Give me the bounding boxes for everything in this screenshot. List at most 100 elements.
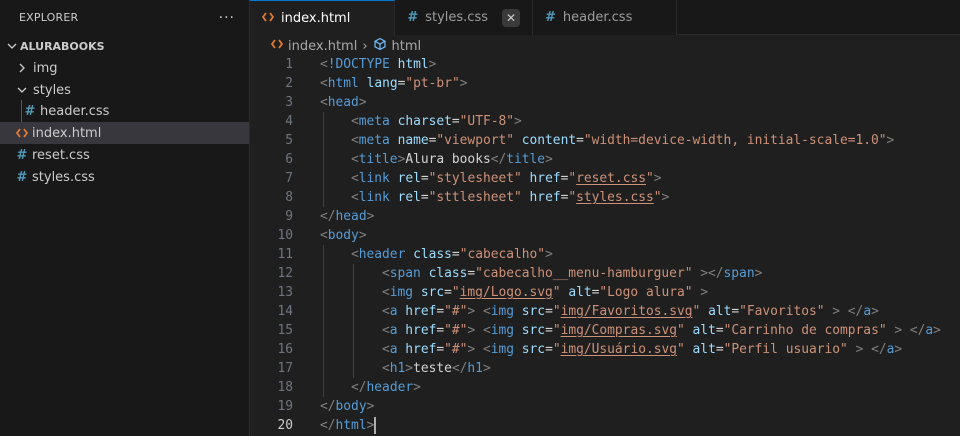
code-token: a — [389, 342, 398, 357]
html-file-icon — [261, 11, 275, 27]
code-line[interactable]: 14 <a href="#"> <img src="img/Favoritos.s… — [250, 302, 960, 321]
code-token: < — [482, 323, 491, 338]
code-line[interactable]: 10 <body> — [250, 226, 960, 245]
code-token: h1 — [467, 361, 483, 376]
code-token: > </ — [894, 323, 926, 338]
code-token: src — [521, 304, 546, 319]
code-line-content: </body> — [320, 397, 374, 416]
code-line-content: <!DOCTYPE html> — [320, 55, 436, 74]
code-token: "#" — [444, 323, 468, 338]
tree-root-alurabooks[interactable]: ALURABOOKS — [0, 35, 249, 57]
code-token: </ — [320, 399, 336, 414]
code-line[interactable]: 4 <meta charset="UTF-8"> — [250, 112, 960, 131]
code-token: " — [653, 190, 662, 205]
code-line[interactable]: 6 <title>Alura books</title> — [250, 150, 960, 169]
tree-item-header-css[interactable]: # header.css — [0, 100, 249, 122]
code-line[interactable]: 7 <link rel="stylesheet" href="reset.css"… — [250, 169, 960, 188]
code-token: > — [467, 342, 476, 357]
code-line-content: <html lang="pt-br"> — [320, 74, 467, 93]
code-token: = — [545, 323, 553, 338]
tree-item-styles[interactable]: styles — [0, 79, 249, 101]
code-token: h1 — [389, 361, 406, 376]
code-token: > — [467, 304, 476, 319]
code-line[interactable]: 20 </html> — [250, 416, 960, 435]
code-token: = — [715, 323, 724, 338]
code-token: link — [358, 190, 390, 205]
code-line[interactable]: 12 <span class="cabecalho__menu-hamburgue… — [250, 264, 960, 283]
code-line[interactable]: 17 <h1>teste</h1> — [250, 359, 960, 378]
tab-header-css[interactable]: # header.css ✕ — [533, 0, 678, 35]
css-file-icon: # — [16, 169, 28, 185]
tree-item-index-html[interactable]: index.html — [0, 122, 249, 144]
code-line[interactable]: 1 <!DOCTYPE html> — [250, 55, 960, 74]
code-token: > — [871, 304, 879, 319]
explorer-title: EXPLORER — [19, 11, 79, 24]
code-token: > </ — [855, 342, 887, 357]
breadcrumb-file[interactable]: index.html — [288, 39, 357, 54]
code-token: = — [451, 247, 460, 262]
tree-item-img[interactable]: img — [0, 57, 249, 79]
code-token: = — [420, 190, 429, 205]
tab-styles-css[interactable]: # styles.css ✕ — [395, 0, 533, 35]
code-token: > — [545, 247, 553, 262]
code-line-content: <body> — [320, 226, 367, 245]
code-line[interactable]: 19 </body> — [250, 397, 960, 416]
css-file-icon: # — [24, 103, 36, 119]
indent-guide — [323, 131, 324, 150]
more-actions-icon[interactable]: ··· — [219, 11, 235, 25]
breadcrumb-separator: › — [362, 38, 368, 54]
code-token: > — [514, 114, 522, 129]
code-token: head — [327, 95, 359, 110]
code-line-content: </head> — [320, 207, 374, 226]
code-token: "Perfil usuario" — [723, 342, 848, 357]
code-line[interactable]: 8 <link rel="sttlesheet" href="styles.css… — [250, 188, 960, 207]
line-number: 6 — [285, 152, 293, 167]
line-number: 2 — [285, 76, 293, 91]
indent-guide — [323, 245, 324, 264]
code-line[interactable]: 18 </header> — [250, 378, 960, 397]
code-token: > — [428, 57, 437, 72]
code-token: > — [366, 399, 375, 414]
code-line-content: <meta name="viewport" content="width=dev… — [351, 131, 894, 150]
code-line[interactable]: 3 <head> — [250, 93, 960, 112]
tree-item-label: header.css — [40, 103, 110, 119]
chevron-down-icon — [14, 82, 30, 98]
code-editor[interactable]: 1 <!DOCTYPE html> 2 <html lang="pt-br"> 3 <he… — [250, 55, 960, 435]
line-number: 18 — [277, 380, 293, 395]
code-token: teste — [413, 361, 452, 376]
code-line[interactable]: 11 <header class="cabecalho"> — [250, 245, 960, 264]
tree-item-styles-css[interactable]: # styles.css — [0, 166, 249, 188]
code-line[interactable]: 15 <a href="#"> <img src="img/Compras.svg… — [250, 321, 960, 340]
code-line[interactable]: 9 </head> — [250, 207, 960, 226]
code-token: > — [366, 209, 375, 224]
line-number: 10 — [277, 228, 293, 243]
code-line[interactable]: 5 <meta name="viewport" content="width=de… — [250, 131, 960, 150]
code-token: img — [389, 285, 414, 300]
line-number: 5 — [285, 133, 293, 148]
line-number: 11 — [277, 247, 293, 262]
code-token: > — [358, 228, 367, 243]
code-token: alt — [708, 304, 732, 319]
close-icon[interactable]: ✕ — [502, 8, 520, 27]
code-line-content: <img src="img/Logo.svg" alt="Logo alura"… — [382, 283, 708, 302]
code-token: body — [327, 228, 359, 243]
line-number: 20 — [277, 418, 293, 433]
code-line[interactable]: 16 <a href="#"> <img src="img/Usuário.svg… — [250, 340, 960, 359]
tab-index-html[interactable]: index.html ✕ — [250, 0, 396, 36]
code-line[interactable]: 2 <html lang="pt-br"> — [250, 74, 960, 93]
code-token: < — [351, 190, 359, 205]
tab-label: header.css — [562, 10, 633, 25]
code-line[interactable]: 13 <img src="img/Logo.svg" alt="Logo alur… — [250, 283, 960, 302]
tree-item-reset-css[interactable]: # reset.css — [0, 144, 249, 166]
code-token: alt — [568, 285, 592, 300]
code-token: img — [490, 323, 514, 338]
chevron-down-icon — [4, 38, 20, 54]
css-file-icon: # — [545, 10, 556, 25]
breadcrumb-node[interactable]: html — [392, 39, 422, 54]
